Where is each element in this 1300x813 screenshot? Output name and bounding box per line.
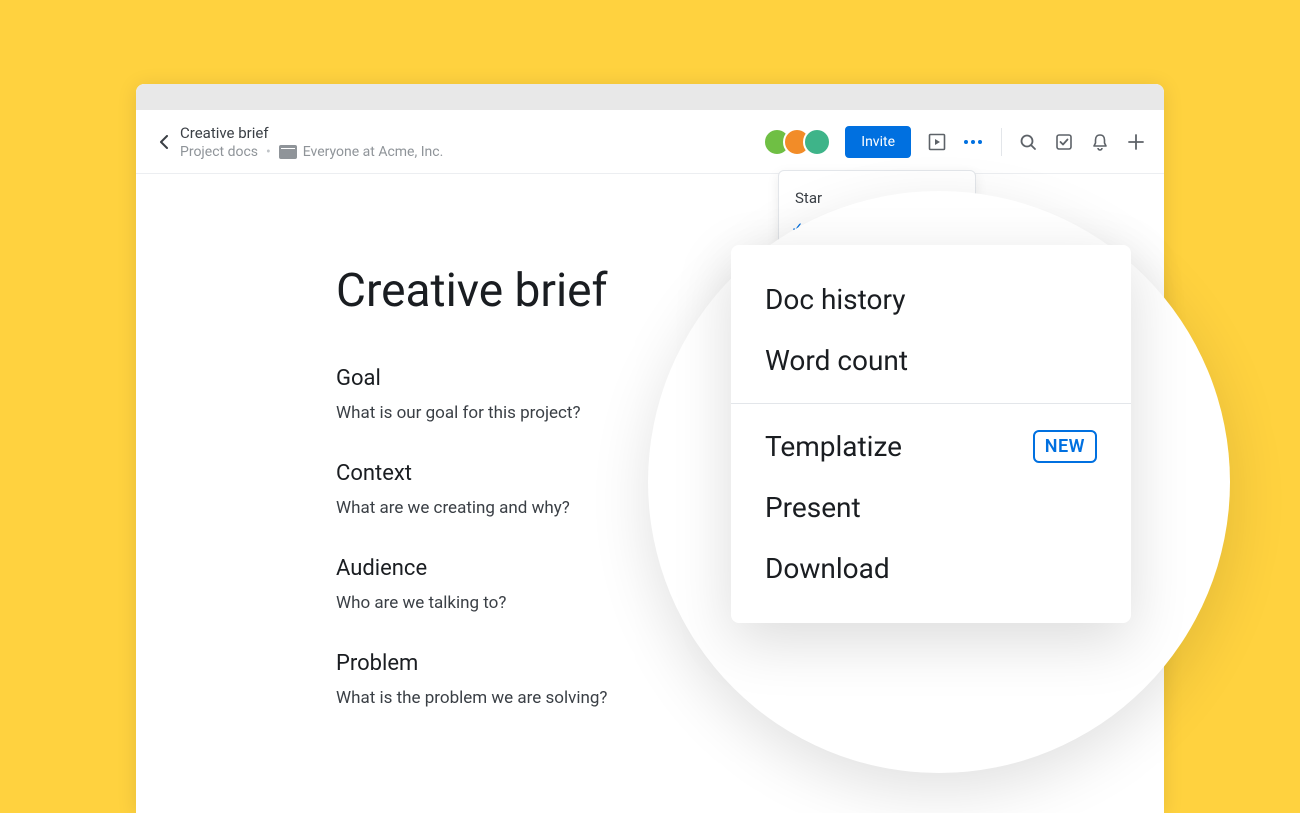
menu-item-download[interactable]: Download [731,538,1131,599]
search-icon[interactable] [1018,132,1038,152]
menu-divider [731,403,1131,404]
menu-item-label: Download [765,552,890,585]
invite-button[interactable]: Invite [845,126,911,158]
breadcrumb-folder[interactable]: Project docs [180,144,258,160]
menu-item-label: Doc history [765,283,905,316]
menu-item-label: Templatize [765,430,902,463]
header-bar: Creative brief Project docs • Everyone a… [136,110,1164,174]
more-menu-button[interactable] [963,132,983,152]
menu-item-doc-history[interactable]: Doc history [731,269,1131,330]
doc-title[interactable]: Creative brief [180,124,443,142]
menu-item-label: Word count [765,344,908,377]
menu-item-label: Present [765,491,861,524]
menu-item-templatize[interactable]: Templatize NEW [731,416,1131,477]
breadcrumb: Project docs • Everyone at Acme, Inc. [180,144,443,160]
zoom-menu-panel: Doc history Word count Templatize NEW Pr… [731,245,1131,623]
breadcrumb-separator: • [266,144,271,160]
avatar-stack[interactable] [763,128,831,156]
avatar[interactable] [803,128,831,156]
breadcrumb-share[interactable]: Everyone at Acme, Inc. [303,144,444,160]
back-button[interactable] [154,132,174,152]
new-doc-icon[interactable] [1126,132,1146,152]
notifications-icon[interactable] [1090,132,1110,152]
tasks-icon[interactable] [1054,132,1074,152]
window-chrome [136,84,1164,110]
new-badge: NEW [1033,430,1097,463]
header-divider [1001,128,1002,156]
header-titles: Creative brief Project docs • Everyone a… [180,124,443,160]
menu-item-word-count[interactable]: Word count [731,330,1131,391]
menu-item-present[interactable]: Present [731,477,1131,538]
folder-icon [279,145,297,159]
present-icon[interactable] [927,132,947,152]
